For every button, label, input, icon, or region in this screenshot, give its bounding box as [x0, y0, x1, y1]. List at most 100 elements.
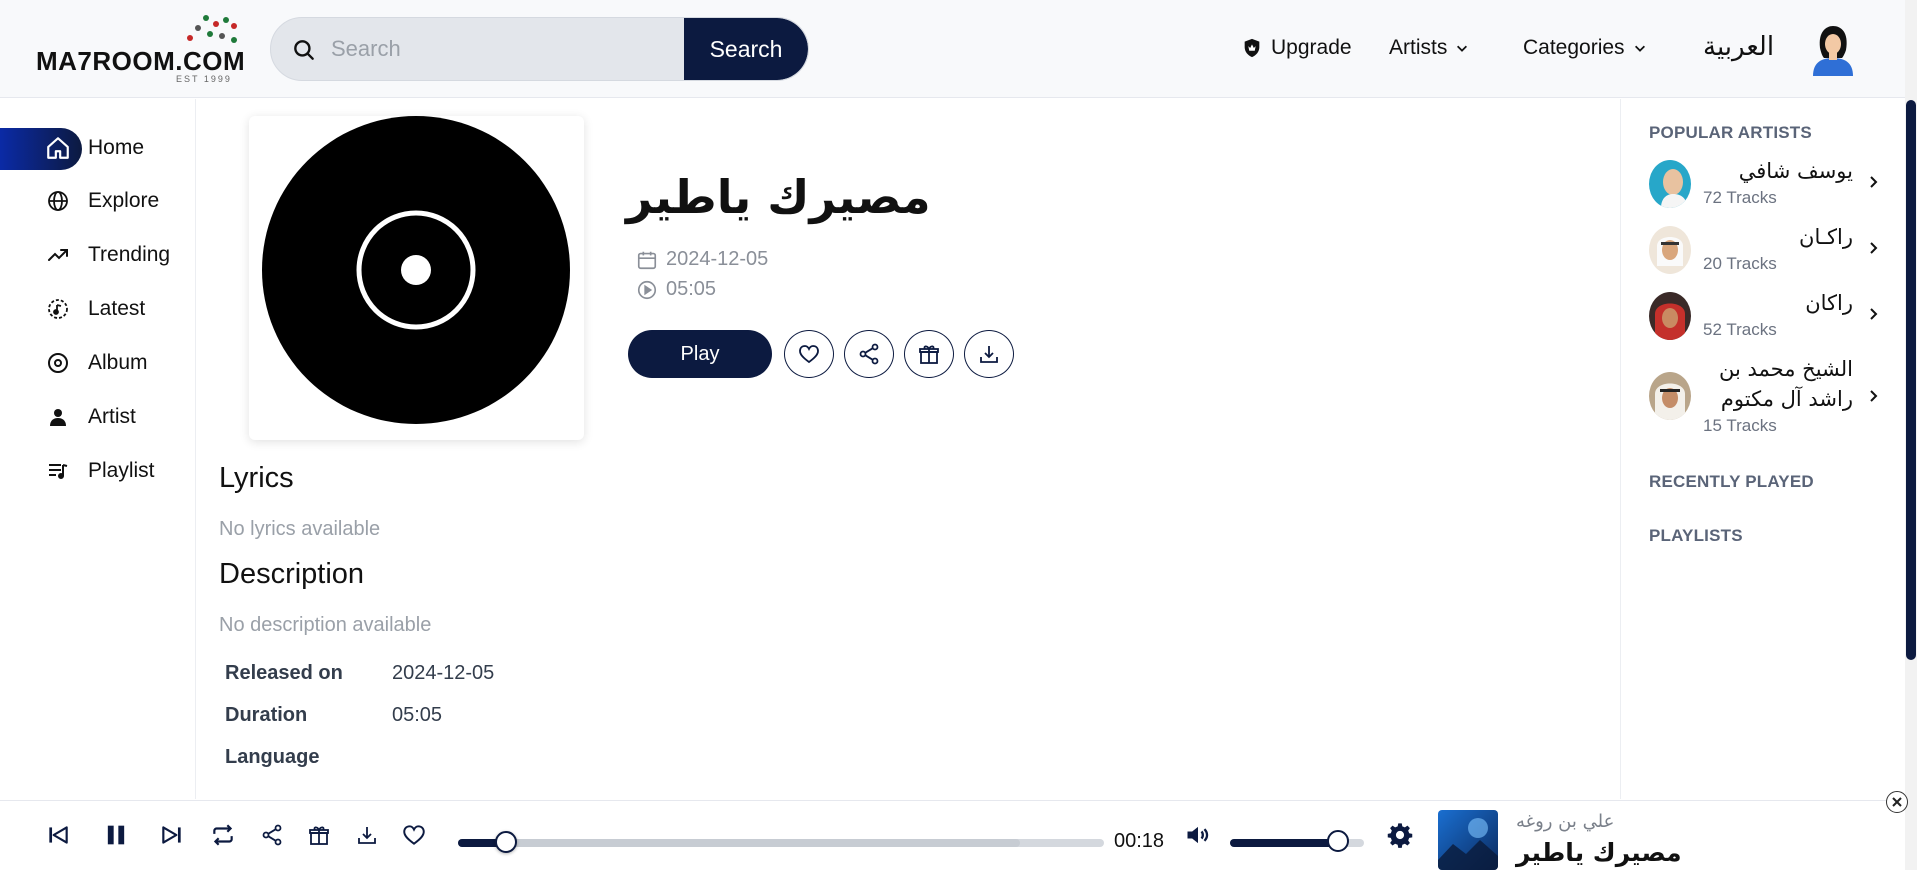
- sidebar-item-album[interactable]: Album: [0, 341, 196, 385]
- calendar-icon: [637, 251, 657, 269]
- search-input[interactable]: [331, 18, 671, 80]
- categories-dropdown[interactable]: Categories: [1523, 36, 1647, 60]
- search-icon: [294, 40, 314, 60]
- heart-icon: [403, 825, 425, 845]
- artist-item[interactable]: الشيخ محمد بن راشد آل مكتوم 15 Tracks: [1649, 354, 1889, 440]
- sidebar-item-label: Home: [88, 136, 145, 159]
- upgrade-label: Upgrade: [1271, 36, 1352, 59]
- sidebar-item-label: Explore: [88, 189, 160, 212]
- sidebar-item-explore[interactable]: Explore: [0, 179, 196, 223]
- like-button[interactable]: [784, 330, 834, 378]
- artist-avatar: [1649, 160, 1691, 208]
- gift-icon: [309, 826, 329, 845]
- site-logo[interactable]: MA7ROOM.COM EST 1999: [36, 14, 245, 84]
- sidebar-item-label: Album: [88, 351, 148, 374]
- artists-dropdown[interactable]: Artists: [1389, 36, 1469, 60]
- logo-dots-icon: [187, 15, 237, 43]
- gift-icon: [919, 345, 939, 364]
- sidebar-item-label: Playlist: [88, 459, 155, 482]
- description-text: No description available: [219, 614, 432, 636]
- now-playing-thumbnail[interactable]: [1438, 810, 1498, 870]
- trending-icon: [44, 241, 72, 269]
- page-scrollbar-thumb[interactable]: [1906, 100, 1916, 660]
- sidebar-item-label: Artist: [88, 405, 136, 428]
- search-bar: Search: [270, 17, 809, 81]
- song-date-row: 2024-12-05: [636, 248, 768, 271]
- song-date: 2024-12-05: [666, 248, 769, 270]
- download-icon: [358, 827, 376, 844]
- top-header: MA7ROOM.COM EST 1999 Search Upgrade Arti…: [0, 0, 1905, 98]
- artist-tracks: 72 Tracks: [1703, 188, 1777, 207]
- song-duration: 05:05: [666, 278, 717, 300]
- artist-tracks: 15 Tracks: [1703, 416, 1777, 435]
- share-button[interactable]: [844, 330, 894, 378]
- sidebar-item-label: Latest: [88, 297, 146, 320]
- description-heading: Description: [219, 558, 365, 590]
- sidebar-item-playlist[interactable]: Playlist: [0, 449, 196, 493]
- player-gift-button[interactable]: [301, 817, 337, 853]
- progress-knob[interactable]: [495, 831, 517, 853]
- volume-icon: [1187, 826, 1209, 844]
- player-share-button[interactable]: [254, 817, 290, 853]
- share-icon: [262, 824, 282, 846]
- artist-item[interactable]: يوسف شافي 72 Tracks: [1649, 156, 1889, 216]
- share-icon: [859, 343, 879, 365]
- close-icon: [1892, 797, 1902, 807]
- artist-item[interactable]: راكـان 20 Tracks: [1649, 222, 1889, 282]
- duration-value: 05:05: [392, 704, 443, 726]
- released-value: 2024-12-05: [392, 662, 495, 684]
- close-player-button[interactable]: [1886, 791, 1908, 813]
- artist-avatar: [1649, 292, 1691, 340]
- artist-avatar: [1649, 372, 1691, 420]
- pause-button[interactable]: [98, 817, 134, 853]
- sidebar-item-latest[interactable]: Latest: [0, 287, 196, 331]
- download-button[interactable]: [964, 330, 1014, 378]
- sidebar-item-trending[interactable]: Trending: [0, 233, 196, 277]
- sidebar-item-artist[interactable]: Artist: [0, 395, 196, 439]
- player-download-button[interactable]: [349, 817, 385, 853]
- volume-knob[interactable]: [1327, 830, 1349, 852]
- play-circle-icon: [637, 280, 657, 299]
- user-avatar[interactable]: [1808, 22, 1858, 76]
- artist-item[interactable]: راكان 52 Tracks: [1649, 288, 1889, 348]
- playlists-heading: PLAYLISTS: [1649, 526, 1743, 545]
- artist-name: راكـان: [1799, 225, 1853, 249]
- chevron-down-icon: [1634, 45, 1645, 52]
- language-switch[interactable]: العربية: [1703, 32, 1774, 62]
- heart-icon: [799, 345, 819, 364]
- gear-icon: [1387, 823, 1413, 848]
- chevron-right-icon: [1870, 176, 1878, 188]
- next-button[interactable]: [154, 817, 190, 853]
- play-button[interactable]: Play: [628, 330, 772, 378]
- skip-forward-icon: [162, 826, 181, 844]
- sidebar-item-home[interactable]: Home: [0, 126, 196, 170]
- volume-fill: [1230, 839, 1338, 847]
- home-icon: [44, 134, 72, 162]
- current-time: 00:18: [1114, 830, 1165, 852]
- upgrade-link[interactable]: Upgrade: [1241, 36, 1352, 60]
- latest-icon: [44, 295, 72, 323]
- now-playing-title[interactable]: مصيرك ياطير: [1516, 838, 1682, 867]
- volume-button[interactable]: [1180, 817, 1216, 853]
- lyrics-text: No lyrics available: [219, 518, 381, 540]
- shield-icon: [1244, 38, 1260, 58]
- song-duration-row: 05:05: [636, 278, 716, 301]
- artist-tracks: 52 Tracks: [1703, 320, 1777, 339]
- chevron-down-icon: [1457, 45, 1468, 52]
- repeat-button[interactable]: [205, 817, 241, 853]
- skip-back-icon: [49, 826, 68, 844]
- settings-button[interactable]: [1382, 817, 1418, 853]
- recently-played-heading: RECENTLY PLAYED: [1649, 472, 1814, 491]
- player-like-button[interactable]: [396, 817, 432, 853]
- chevron-right-icon: [1870, 308, 1878, 320]
- globe-icon: [44, 187, 72, 215]
- popular-artists-heading: POPULAR ARTISTS: [1649, 123, 1812, 142]
- search-button[interactable]: Search: [684, 18, 808, 80]
- now-playing-artist[interactable]: علي بن روغه: [1516, 811, 1614, 832]
- previous-button[interactable]: [40, 817, 76, 853]
- song-title: مصيرك ياطير: [626, 170, 931, 224]
- released-label: Released on: [225, 662, 343, 684]
- gift-button[interactable]: [904, 330, 954, 378]
- logo-established: EST 1999: [176, 74, 232, 84]
- album-icon: [44, 349, 72, 377]
